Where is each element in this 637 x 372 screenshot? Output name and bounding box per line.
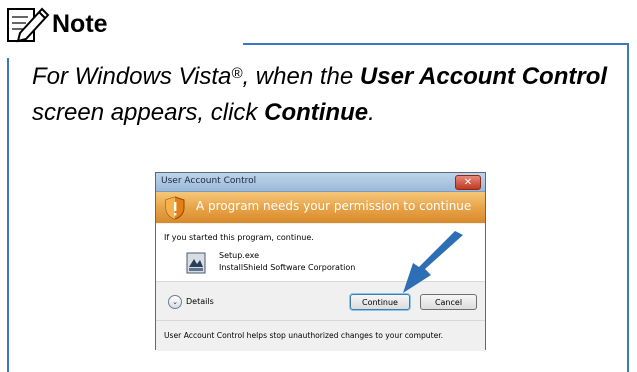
note-text-end: . — [368, 99, 375, 126]
program-name: Setup.exe — [219, 251, 260, 260]
close-button[interactable]: ✕ — [455, 175, 481, 190]
shield-icon — [165, 196, 185, 220]
uac-title: User Account Control — [161, 176, 257, 186]
note-text-prefix: For Windows Vista — [32, 63, 232, 90]
chevron-down-icon[interactable]: ⌄ — [168, 295, 182, 309]
note-header — [6, 3, 50, 45]
note-bold-continue: Continue — [264, 99, 369, 126]
note-bold-uac: User Account Control — [359, 63, 608, 90]
note-text-mid1: , when the — [242, 63, 360, 90]
uac-footer: User Account Control helps stop unauthor… — [156, 320, 485, 351]
uac-intro-text: If you started this program, continue. — [164, 233, 314, 242]
uac-footer-text: User Account Control helps stop unauthor… — [164, 331, 444, 340]
note-text-mid2: screen appears, click — [32, 99, 265, 126]
details-toggle[interactable]: Details — [186, 297, 214, 306]
note-text: For Windows Vista®, when the User Accoun… — [32, 59, 617, 131]
uac-banner: A program needs your permission to conti… — [156, 192, 485, 223]
note-rule-left — [7, 58, 9, 372]
uac-titlebar: User Account Control ✕ — [156, 173, 485, 192]
note-rule-right — [627, 45, 629, 372]
pencil-note-icon — [7, 7, 50, 43]
note-rule-top — [243, 43, 629, 45]
program-publisher: InstallShield Software Corporation — [219, 263, 356, 272]
uac-banner-text: A program needs your permission to conti… — [196, 199, 472, 213]
note-title: Note — [52, 10, 108, 38]
setup-program-icon — [186, 252, 206, 274]
registered-mark: ® — [231, 65, 243, 82]
pointer-arrow-icon — [403, 231, 463, 293]
